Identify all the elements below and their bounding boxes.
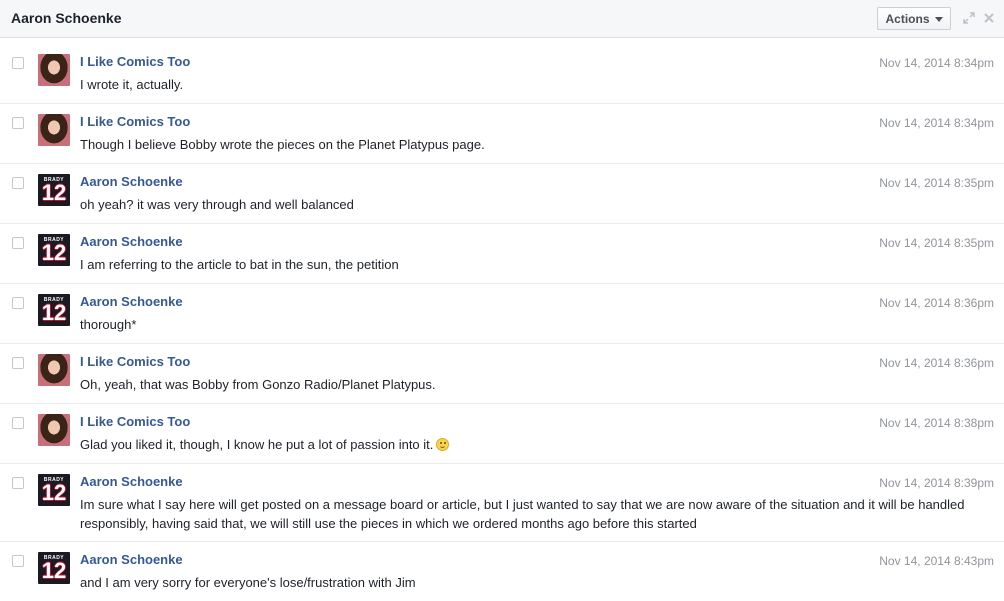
message-text-content: Oh, yeah, that was Bobby from Gonzo Radi… (80, 377, 436, 392)
message-row: BRADY 12 Aaron Schoenke Nov 14, 2014 8:36pm… (0, 284, 1004, 344)
message-timestamp: Nov 14, 2014 8:39pm (879, 476, 994, 490)
message-row: I Like Comics Too Nov 14, 2014 8:38pm Glad… (0, 404, 1004, 464)
avatar[interactable] (38, 414, 70, 446)
message-text-content: Glad you liked it, though, I know he put… (80, 437, 434, 452)
sender-name-link[interactable]: Aaron Schoenke (80, 294, 183, 309)
message-timestamp: Nov 14, 2014 8:43pm (879, 554, 994, 568)
avatar-jersey-number: 12 (41, 300, 67, 325)
message-row: I Like Comics Too Nov 14, 2014 8:34pm Thou… (0, 104, 1004, 164)
message-text: I am referring to the article to bat in … (80, 255, 980, 274)
message-row: I Like Comics Too Nov 14, 2014 8:36pm Oh, … (0, 344, 1004, 404)
message-timestamp: Nov 14, 2014 8:36pm (879, 356, 994, 370)
sender-name-link[interactable]: Aaron Schoenke (80, 474, 183, 489)
avatar[interactable]: BRADY 12 (38, 552, 70, 584)
message-text-content: Im sure what I say here will get posted … (80, 497, 965, 531)
sender-name-link[interactable]: I Like Comics Too (80, 114, 190, 129)
message-text: Im sure what I say here will get posted … (80, 495, 980, 533)
message-row: BRADY 12 Aaron Schoenke Nov 14, 2014 8:35pm… (0, 224, 1004, 284)
conversation-header: Aaron Schoenke Actions (0, 0, 1004, 38)
message-text: Glad you liked it, though, I know he put… (80, 435, 980, 454)
actions-label: Actions (885, 11, 930, 26)
message-timestamp: Nov 14, 2014 8:34pm (879, 56, 994, 70)
message-select-checkbox[interactable] (12, 357, 24, 369)
message-text: Oh, yeah, that was Bobby from Gonzo Radi… (80, 375, 980, 394)
caret-down-icon (934, 16, 943, 22)
avatar[interactable]: BRADY 12 (38, 474, 70, 506)
message-text: oh yeah? it was very through and well ba… (80, 195, 980, 214)
message-row: BRADY 12 Aaron Schoenke Nov 14, 2014 8:35pm… (0, 164, 1004, 224)
avatar-jersey-number: 12 (41, 240, 67, 265)
sender-name-link[interactable]: I Like Comics Too (80, 54, 190, 69)
message-row: BRADY 12 Aaron Schoenke Nov 14, 2014 8:39pm… (0, 464, 1004, 542)
avatar[interactable]: BRADY 12 (38, 174, 70, 206)
avatar[interactable] (38, 54, 70, 86)
expand-icon[interactable] (963, 12, 975, 24)
close-icon[interactable] (983, 12, 995, 24)
message-text-content: thorough* (80, 317, 137, 332)
conversation-title: Aaron Schoenke (11, 10, 122, 26)
message-text: I wrote it, actually. (80, 75, 980, 94)
avatar[interactable] (38, 354, 70, 386)
message-select-checkbox[interactable] (12, 555, 24, 567)
avatar[interactable] (38, 114, 70, 146)
sender-name-link[interactable]: I Like Comics Too (80, 414, 190, 429)
avatar-jersey-number: 12 (41, 180, 67, 205)
message-text: thorough* (80, 315, 980, 334)
message-timestamp: Nov 14, 2014 8:35pm (879, 236, 994, 250)
sender-name-link[interactable]: Aaron Schoenke (80, 552, 183, 567)
message-select-checkbox[interactable] (12, 477, 24, 489)
avatar[interactable]: BRADY 12 (38, 234, 70, 266)
sender-name-link[interactable]: Aaron Schoenke (80, 234, 183, 249)
message-timestamp: Nov 14, 2014 8:36pm (879, 296, 994, 310)
sender-name-link[interactable]: I Like Comics Too (80, 354, 190, 369)
message-text-content: I wrote it, actually. (80, 77, 184, 92)
avatar-jersey-number: 12 (41, 558, 67, 583)
message-select-checkbox[interactable] (12, 297, 24, 309)
actions-button[interactable]: Actions (877, 7, 951, 30)
message-text: Though I believe Bobby wrote the pieces … (80, 135, 980, 154)
message-timestamp: Nov 14, 2014 8:38pm (879, 416, 994, 430)
message-list: I Like Comics Too Nov 14, 2014 8:34pm I wr… (0, 44, 1004, 601)
message-row: I Like Comics Too Nov 14, 2014 8:34pm I wr… (0, 44, 1004, 104)
message-select-checkbox[interactable] (12, 177, 24, 189)
message-text-content: Though I believe Bobby wrote the pieces … (80, 137, 485, 152)
message-row: BRADY 12 Aaron Schoenke Nov 14, 2014 8:43pm… (0, 542, 1004, 601)
message-select-checkbox[interactable] (12, 417, 24, 429)
message-select-checkbox[interactable] (12, 117, 24, 129)
message-timestamp: Nov 14, 2014 8:34pm (879, 116, 994, 130)
message-select-checkbox[interactable] (12, 237, 24, 249)
message-text-content: I am referring to the article to bat in … (80, 257, 399, 272)
smiley-icon (436, 438, 450, 451)
message-text-content: oh yeah? it was very through and well ba… (80, 197, 354, 212)
message-timestamp: Nov 14, 2014 8:35pm (879, 176, 994, 190)
sender-name-link[interactable]: Aaron Schoenke (80, 174, 183, 189)
avatar-jersey-number: 12 (41, 480, 67, 505)
message-select-checkbox[interactable] (12, 57, 24, 69)
avatar[interactable]: BRADY 12 (38, 294, 70, 326)
